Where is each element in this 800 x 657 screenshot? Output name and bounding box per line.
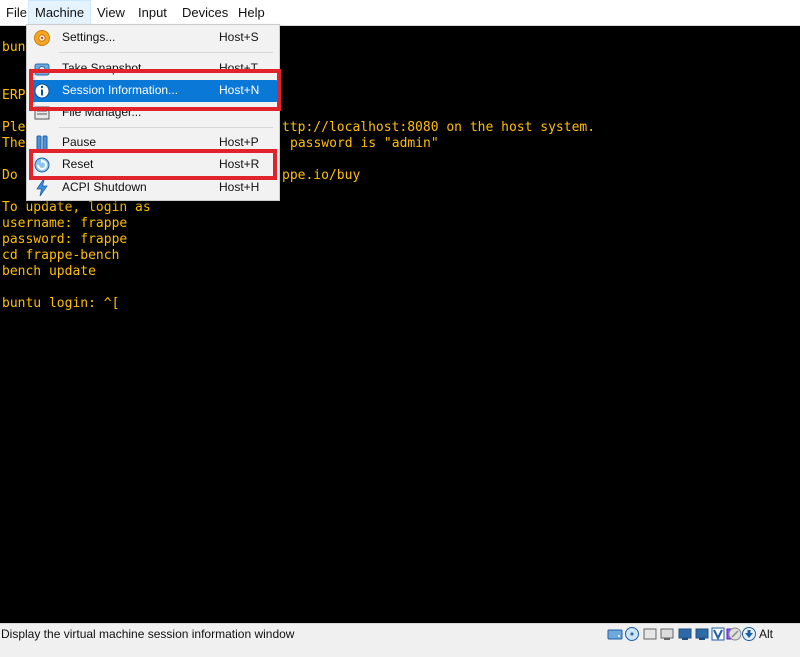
settings-gear-icon — [33, 29, 51, 47]
console-line: The — [2, 136, 26, 151]
console-line: cd frappe-bench — [2, 248, 120, 263]
menu-item-take-snapshot[interactable]: Take Snapshot... Host+T — [29, 58, 277, 80]
hard-disk-icon[interactable] — [607, 626, 623, 642]
menu-separator — [59, 52, 273, 53]
acpi-shutdown-icon — [33, 179, 51, 197]
menu-item-settings[interactable]: Settings... Host+S — [29, 27, 277, 49]
machine-menu-dropdown: Settings... Host+S Take Snapshot... Host… — [26, 24, 280, 201]
optical-drive-icon[interactable] — [624, 626, 640, 642]
menu-item-label: Take Snapshot... — [62, 61, 152, 75]
menu-input[interactable]: Input — [132, 0, 173, 26]
audio-icon[interactable] — [642, 626, 658, 642]
console-line: ppe.io/buy — [282, 168, 361, 183]
reset-icon — [33, 156, 51, 174]
menu-item-reset[interactable]: Reset Host+R — [29, 154, 277, 176]
menu-item-file-manager[interactable]: File Manager... — [29, 102, 277, 124]
menu-item-shortcut: Host+H — [219, 180, 260, 194]
console-line: To update, login as — [2, 200, 151, 215]
usb-icon[interactable] — [677, 626, 693, 642]
host-key-label: Alt — [759, 627, 774, 641]
menu-help[interactable]: Help — [232, 0, 271, 26]
menu-item-shortcut: Host+T — [219, 61, 259, 75]
menu-item-shortcut: Host+S — [219, 30, 259, 44]
menu-item-acpi-shutdown[interactable]: ACPI Shutdown Host+H — [29, 177, 277, 199]
menu-item-shortcut: Host+P — [219, 135, 259, 149]
menu-item-label: Pause — [62, 135, 97, 149]
menu-item-pause[interactable]: Pause Host+P — [29, 132, 277, 154]
menu-bar: File Machine View Input Devices Help — [0, 0, 800, 26]
menu-item-label: File Manager... — [62, 105, 142, 119]
menu-machine[interactable]: Machine — [28, 0, 92, 26]
virtualbox-vm-window: File Machine View Input Devices Help bun… — [0, 0, 800, 657]
menu-item-label: ACPI Shutdown — [62, 180, 147, 194]
info-icon — [33, 82, 51, 100]
menu-item-label: Session Information... — [62, 83, 179, 97]
console-line: buntu login: ^[ — [2, 296, 120, 311]
file-manager-icon — [33, 104, 51, 122]
menu-item-label: Reset — [62, 157, 94, 171]
menu-separator — [59, 127, 273, 128]
menu-devices[interactable]: Devices — [176, 0, 234, 26]
console-line: ttp://localhost:8080 on the host system. — [282, 120, 596, 135]
console-line: bench update — [2, 264, 96, 279]
menu-view[interactable]: View — [91, 0, 131, 26]
menu-item-shortcut: Host+N — [219, 83, 260, 97]
menu-item-session-information[interactable]: Session Information... Host+N — [29, 80, 277, 102]
menu-item-shortcut: Host+R — [219, 157, 260, 171]
console-line: password is "admin" — [290, 136, 439, 151]
shared-folders-icon[interactable] — [694, 626, 710, 642]
snapshot-camera-icon — [33, 60, 51, 78]
status-bar: Display the virtual machine session info… — [0, 623, 800, 657]
console-line: username: frappe — [2, 216, 128, 231]
pause-icon — [33, 134, 51, 152]
console-line: password: frappe — [2, 232, 128, 247]
menu-item-label: Settings... — [62, 30, 116, 44]
network-icon[interactable] — [659, 626, 675, 642]
status-message: Display the virtual machine session info… — [1, 627, 295, 641]
virtualization-icon[interactable] — [726, 626, 742, 642]
mouse-integration-icon[interactable] — [741, 626, 757, 642]
